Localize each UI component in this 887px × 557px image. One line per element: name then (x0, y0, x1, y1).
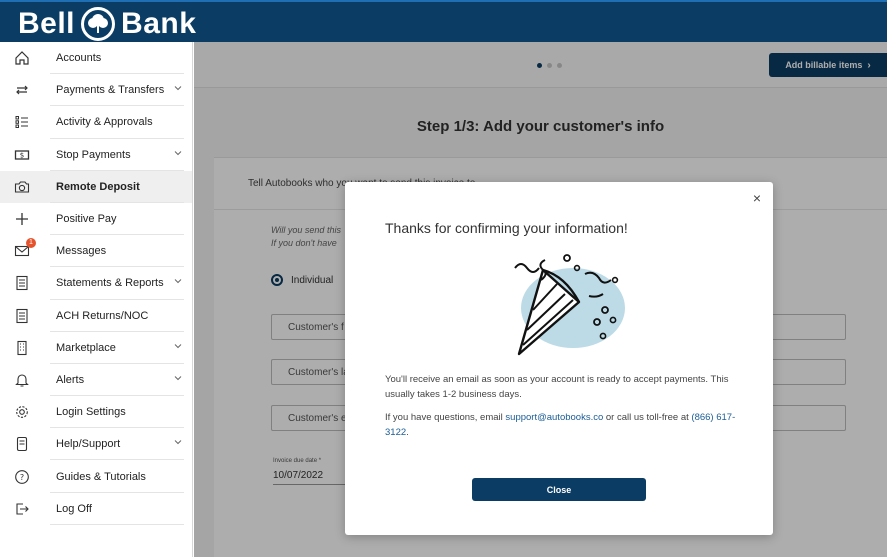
close-button[interactable]: Close (472, 478, 646, 501)
sidebar-item-label: Payments & Transfers (56, 84, 165, 97)
chevron-down-icon[interactable] (174, 438, 182, 446)
sidebar-item-guides-tutorials[interactable]: ? Guides & Tutorials (0, 460, 192, 493)
svg-text:?: ? (20, 473, 24, 482)
sidebar-item-help-support[interactable]: Help/Support (0, 428, 192, 461)
sidebar-item-remote-deposit[interactable]: Remote Deposit (0, 170, 192, 204)
sidebar-item-stop-payments[interactable]: $ Stop Payments (0, 139, 192, 171)
sidebar-item-positive-pay[interactable]: Positive Pay (0, 203, 192, 236)
logout-icon (12, 499, 32, 519)
sidebar-item-label: Help/Support (56, 438, 121, 451)
contact-text: or call us toll-free at (603, 412, 692, 423)
document-icon (12, 306, 32, 326)
sidebar-nav: Accounts Payments & Transfers Activity &… (0, 42, 193, 557)
transfer-arrows-icon (12, 80, 32, 100)
sidebar-item-payments-transfers[interactable]: Payments & Transfers (0, 74, 192, 107)
sidebar-item-label: Remote Deposit (56, 180, 140, 193)
sidebar-item-login-settings[interactable]: Login Settings (0, 396, 192, 429)
gear-icon (12, 402, 32, 422)
close-icon[interactable]: × (753, 190, 761, 206)
logo-text-bell: Bell (18, 7, 76, 40)
sidebar-item-label: Stop Payments (56, 148, 131, 161)
sidebar-item-label: Messages (56, 245, 107, 258)
sidebar-item-accounts[interactable]: Accounts (0, 42, 192, 75)
confirmation-message: You'll receive an email as soon as your … (385, 374, 729, 400)
logo-tree-icon (81, 7, 116, 41)
party-popper-icon (514, 254, 625, 356)
sidebar-item-label: Login Settings (56, 406, 126, 419)
home-icon (12, 48, 32, 68)
sidebar-item-label: Guides & Tutorials (56, 470, 146, 483)
sidebar-item-alerts[interactable]: Alerts (0, 364, 192, 397)
building-icon (12, 338, 32, 358)
sidebar-item-label: Marketplace (56, 341, 116, 354)
app-header: Bell Bank (0, 0, 887, 42)
sidebar-item-log-off[interactable]: Log Off (0, 493, 192, 526)
sidebar-item-label: Positive Pay (56, 213, 117, 226)
chevron-down-icon[interactable] (174, 277, 182, 285)
envelope-icon: 1 (12, 238, 36, 261)
chevron-down-icon[interactable] (174, 342, 182, 350)
bell-icon (12, 370, 32, 390)
chevron-down-icon[interactable] (174, 374, 182, 382)
support-email-link[interactable]: support@autobooks.co (505, 412, 603, 423)
document-icon (12, 273, 32, 293)
sidebar-item-label: Alerts (56, 373, 85, 386)
sidebar-item-activity-approvals[interactable]: Activity & Approvals (0, 106, 192, 139)
question-circle-icon: ? (12, 467, 32, 487)
sidebar-item-statements-reports[interactable]: Statements & Reports (0, 267, 192, 300)
sidebar-item-marketplace[interactable]: Marketplace (0, 332, 192, 365)
sidebar-item-label: Log Off (56, 502, 92, 515)
sidebar-item-ach-returns[interactable]: ACH Returns/NOC (0, 300, 192, 332)
cash-icon: $ (12, 145, 32, 165)
plus-icon (12, 209, 32, 229)
contact-text: . (406, 427, 409, 438)
camera-icon (12, 177, 32, 197)
chevron-down-icon[interactable] (174, 84, 182, 92)
sidebar-item-label: Statements & Reports (56, 277, 164, 290)
phone-icon (12, 434, 32, 454)
checklist-icon (12, 112, 32, 132)
sidebar-item-label: Activity & Approvals (56, 116, 153, 129)
contact-message: If you have questions, email support@aut… (385, 410, 745, 440)
modal-title: Thanks for confirming your information! (385, 220, 628, 236)
bell-bank-logo[interactable]: Bell Bank (18, 6, 196, 42)
sidebar-item-messages[interactable]: 1 Messages (0, 235, 192, 268)
logo-text-bank: Bank (121, 7, 197, 40)
contact-text: If you have questions, email (385, 412, 506, 423)
unread-badge: 1 (26, 238, 36, 249)
svg-text:$: $ (20, 151, 24, 159)
sidebar-item-label: Accounts (56, 52, 102, 65)
sidebar-item-label: ACH Returns/NOC (56, 309, 149, 322)
confirmation-modal: × Thanks for confirming your information… (345, 182, 773, 535)
chevron-down-icon[interactable] (174, 149, 182, 157)
